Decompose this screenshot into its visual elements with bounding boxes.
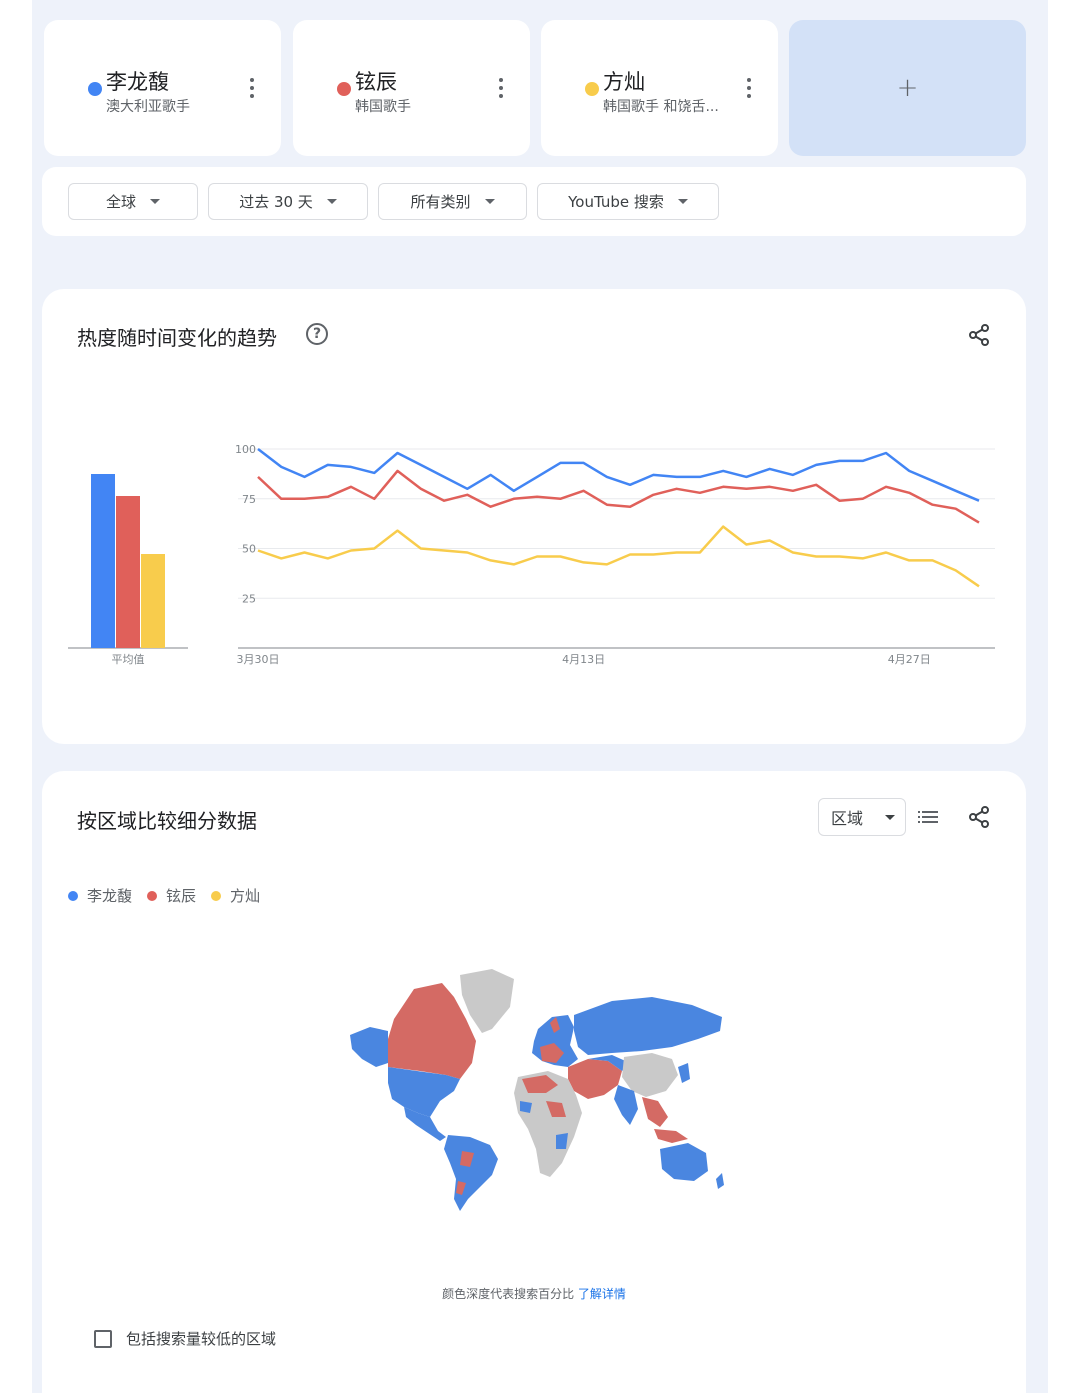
source-filter-dropdown[interactable]: YouTube 搜索 (537, 183, 719, 220)
caret-down-icon (484, 199, 495, 204)
series-line (257, 525, 980, 588)
share-icon[interactable] (967, 323, 991, 347)
average-bar (91, 474, 115, 648)
term-color-dot (585, 82, 599, 96)
learn-more-link[interactable]: 了解详情 (578, 1287, 626, 1301)
list-icon[interactable] (918, 808, 938, 826)
world-map[interactable] (342, 967, 732, 1213)
map-legend: 李龙馥 铉辰 方灿 (68, 885, 275, 906)
caret-down-icon (885, 814, 896, 820)
region-level-label: 区域 (831, 809, 864, 828)
average-label: 平均值 (112, 653, 145, 666)
term-name: 铉辰 (355, 70, 397, 94)
term-subtitle: 澳大利亚歌手 (106, 99, 190, 115)
average-bar (116, 496, 140, 648)
plus-icon: + (896, 73, 919, 103)
legend-item: 方灿 (211, 885, 260, 906)
region-filter-label: 全球 (105, 193, 136, 211)
term-name: 方灿 (603, 70, 645, 94)
region-filter-dropdown[interactable]: 全球 (68, 183, 198, 220)
legend-dot (147, 890, 158, 901)
term-subtitle: 韩国歌手 (355, 99, 411, 115)
legend-dot (68, 890, 78, 901)
caret-down-icon (150, 199, 160, 204)
term-card-3[interactable]: 方灿 韩国歌手 和饶舌... (541, 20, 778, 156)
panel-title: 热度随时间变化的趋势 (77, 326, 277, 350)
map-note: 颜色深度代表搜索百分比 了解详情 (42, 1285, 1026, 1302)
legend-label: 铉辰 (166, 887, 197, 905)
y-tick-label: 100 (235, 443, 256, 456)
x-tick-label: 3月30日 (237, 653, 280, 666)
y-tick-label: 50 (242, 543, 256, 556)
add-comparison-button[interactable]: + (789, 20, 1026, 156)
region-level-dropdown[interactable]: 区域 (818, 798, 906, 836)
category-filter-dropdown[interactable]: 所有类别 (378, 183, 527, 220)
term-card-2[interactable]: 铉辰 韩国歌手 (293, 20, 530, 156)
more-vert-icon[interactable] (245, 78, 259, 100)
source-filter-label: YouTube 搜索 (568, 193, 664, 211)
region-breakdown-panel: 按区域比较细分数据 区域 李龙馥 铉辰 方灿 颜色深度代表搜索百分比 了解详情 … (42, 771, 1026, 1393)
caret-down-icon (677, 199, 688, 204)
term-name: 李龙馥 (106, 70, 169, 94)
term-color-dot (337, 82, 351, 96)
trend-chart: 平均值 25 50 75 100 3月30日 4月13日 4月27日 (68, 443, 995, 666)
series-line (257, 469, 980, 524)
low-volume-checkbox[interactable] (94, 1329, 112, 1348)
y-tick-label: 25 (242, 592, 256, 605)
y-tick-label: 75 (242, 493, 256, 506)
x-tick-label: 4月27日 (888, 653, 931, 666)
legend-label: 李龙馥 (87, 887, 133, 905)
time-filter-label: 过去 30 天 (239, 193, 313, 211)
interest-over-time-panel: 热度随时间变化的趋势 ? 平均值 25 50 75 100 3月30日 4月13日 4月27日 (42, 289, 1026, 744)
legend-dot (211, 890, 222, 901)
term-subtitle: 韩国歌手 和饶舌... (603, 99, 719, 115)
help-circle-icon[interactable]: ? (306, 323, 328, 345)
map-note-text: 颜色深度代表搜索百分比 (442, 1287, 575, 1301)
x-tick-label: 4月13日 (562, 653, 605, 666)
time-filter-dropdown[interactable]: 过去 30 天 (208, 183, 368, 220)
legend-item: 铉辰 (147, 885, 196, 906)
legend-item: 李龙馥 (68, 885, 132, 906)
filter-bar: 全球 过去 30 天 所有类别 YouTube 搜索 (42, 167, 1026, 236)
series-line (257, 448, 980, 502)
average-bar (141, 554, 165, 648)
low-volume-checkbox-label: 包括搜索量较低的区域 (126, 1330, 277, 1348)
low-volume-checkbox-row[interactable]: 包括搜索量较低的区域 (94, 1328, 276, 1349)
term-card-1[interactable]: 李龙馥 澳大利亚歌手 (44, 20, 281, 156)
more-vert-icon[interactable] (742, 78, 756, 100)
share-icon[interactable] (967, 805, 991, 829)
category-filter-label: 所有类别 (410, 193, 471, 211)
panel-title: 按区域比较细分数据 (77, 809, 257, 833)
more-vert-icon[interactable] (494, 78, 508, 100)
caret-down-icon (326, 199, 337, 204)
term-color-dot (88, 82, 102, 96)
legend-label: 方灿 (230, 887, 261, 905)
